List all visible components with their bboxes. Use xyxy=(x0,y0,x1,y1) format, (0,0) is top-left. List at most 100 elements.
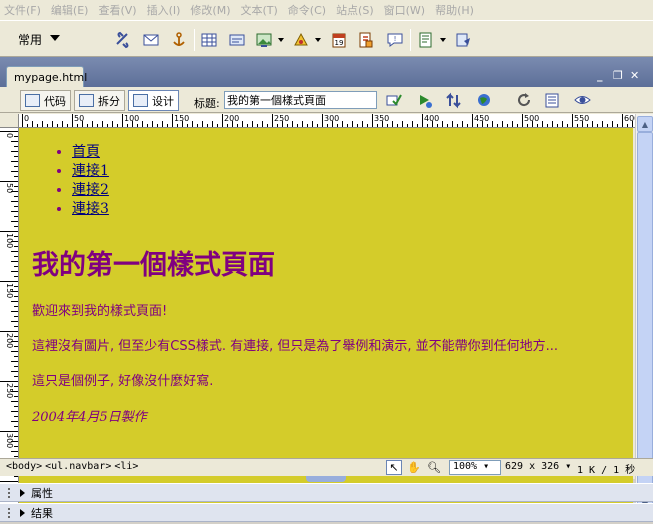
nav-link-3[interactable]: 連接3 xyxy=(72,201,109,217)
ruler-tick xyxy=(14,356,18,357)
ruler-tick xyxy=(27,124,28,127)
email-link-icon[interactable] xyxy=(141,30,161,50)
tag-chooser-icon[interactable] xyxy=(453,30,473,50)
ruler-tick xyxy=(14,326,18,327)
file-management-icon[interactable] xyxy=(443,91,463,109)
minimize-icon[interactable]: _ xyxy=(597,69,603,82)
menu-modify[interactable]: 修改(M) xyxy=(190,2,230,18)
ruler-tick xyxy=(222,114,223,127)
refresh-icon[interactable] xyxy=(514,91,534,109)
zoom-select[interactable]: 100% ▾ xyxy=(449,460,501,475)
split-view-button[interactable]: 拆分 xyxy=(74,90,125,111)
menu-text[interactable]: 文本(T) xyxy=(240,2,277,18)
select-tool-icon[interactable]: ↖ xyxy=(386,460,402,475)
menu-view[interactable]: 查看(V) xyxy=(98,2,136,18)
insert-category-select[interactable]: 常用 xyxy=(18,31,42,48)
media-icon[interactable] xyxy=(291,30,311,50)
comment-icon[interactable]: ! xyxy=(385,30,405,50)
ruler-label: 450 xyxy=(474,114,490,123)
vertical-scrollbar[interactable]: ▲ ▼ xyxy=(635,114,653,515)
ruler-tick xyxy=(297,124,298,127)
expand-arrow-icon[interactable] xyxy=(20,508,25,517)
ruler-tick xyxy=(102,121,103,127)
preview-icon[interactable] xyxy=(414,91,434,109)
browser-preview-icon[interactable] xyxy=(474,91,494,109)
scroll-thumb[interactable] xyxy=(637,132,653,492)
tag-ul-navbar[interactable]: <ul.navbar> xyxy=(45,461,111,472)
ruler-tick xyxy=(157,124,158,127)
named-anchor-icon[interactable] xyxy=(169,30,189,50)
ruler-tick xyxy=(11,271,18,272)
ruler-tick xyxy=(11,141,18,142)
hyperlink-icon[interactable] xyxy=(113,30,133,50)
image-icon[interactable] xyxy=(254,30,274,50)
scroll-up-icon[interactable]: ▲ xyxy=(637,116,653,132)
nav-link-2[interactable]: 連接2 xyxy=(72,182,109,198)
ruler-tick xyxy=(14,286,18,287)
results-panel-header[interactable]: 结果 xyxy=(0,503,653,522)
ruler-tick xyxy=(517,124,518,127)
svg-text:19: 19 xyxy=(335,39,344,47)
nav-link-home[interactable]: 首頁 xyxy=(72,144,100,160)
restore-icon[interactable]: ❐ xyxy=(613,69,623,82)
menu-file[interactable]: 文件(F) xyxy=(4,2,41,18)
date-icon[interactable]: 19 xyxy=(329,30,349,50)
menu-site[interactable]: 站点(S) xyxy=(336,2,374,18)
ruler-tick xyxy=(207,124,208,127)
design-view-button[interactable]: 设计 xyxy=(128,90,179,111)
tag-li[interactable]: <li> xyxy=(114,461,138,472)
validate-icon[interactable] xyxy=(383,91,403,109)
tab-mypage[interactable]: mypage.html xyxy=(6,66,87,87)
ruler-tick xyxy=(342,121,343,127)
chevron-down-icon[interactable] xyxy=(50,35,60,41)
menu-insert[interactable]: 插入(I) xyxy=(147,2,181,18)
title-input[interactable] xyxy=(224,91,377,109)
ruler-tick xyxy=(192,121,193,127)
properties-panel-title: 属性 xyxy=(31,486,53,500)
ruler-tick xyxy=(11,421,18,422)
window-size[interactable]: 629 x 326 ▾ xyxy=(505,461,571,472)
zoom-tool-icon[interactable]: 🔍︎ xyxy=(426,460,442,475)
ruler-tick xyxy=(412,121,413,127)
design-view-icon xyxy=(133,94,148,107)
table-icon[interactable] xyxy=(199,30,219,50)
title-label: 标题: xyxy=(194,97,220,110)
ruler-tick xyxy=(147,124,148,127)
ruler-label: 100 xyxy=(5,233,14,249)
head-content-icon[interactable] xyxy=(416,30,436,50)
panel-grip[interactable] xyxy=(306,476,346,482)
code-view-button[interactable]: 代码 xyxy=(20,90,71,111)
visual-aids-icon[interactable] xyxy=(572,91,592,109)
server-side-include-icon[interactable] xyxy=(356,30,376,50)
ruler-tick xyxy=(62,121,63,127)
layer-icon[interactable] xyxy=(227,30,247,50)
properties-panel-header[interactable]: 属性 xyxy=(0,483,653,502)
menu-help[interactable]: 帮助(H) xyxy=(435,2,474,18)
ruler-tick xyxy=(42,121,43,127)
hand-tool-icon[interactable]: ✋ xyxy=(406,460,422,475)
horizontal-ruler: 0 50 100 150 200 250 300 350 400 450 500 550 600 xyxy=(19,114,635,128)
menu-window[interactable]: 窗口(W) xyxy=(384,2,425,18)
ruler-tick xyxy=(14,216,18,217)
design-canvas[interactable]: 首頁 連接1 連接2 連接3 我的第一個樣式頁面 歡迎來到我的樣式頁面! 這裡沒… xyxy=(19,128,633,515)
drag-handle-icon[interactable] xyxy=(8,487,12,498)
ruler-tick xyxy=(11,211,18,212)
nav-link-1[interactable]: 連接1 xyxy=(72,163,109,179)
menu-commands[interactable]: 命令(C) xyxy=(288,2,326,18)
ruler-tick xyxy=(11,411,18,412)
ruler-tick xyxy=(14,276,18,277)
drag-handle-icon[interactable] xyxy=(8,507,12,518)
expand-arrow-icon[interactable] xyxy=(20,488,25,497)
ruler-tick xyxy=(14,196,18,197)
ruler-tick xyxy=(14,476,18,477)
ruler-tick xyxy=(11,371,18,372)
ruler-tick xyxy=(467,124,468,127)
signature-date: 2004年4月5日製作 xyxy=(32,410,147,425)
ruler-tick xyxy=(507,124,508,127)
document-toolbar: 代码 拆分 设计 标题: xyxy=(0,87,653,113)
ruler-tick xyxy=(0,281,18,282)
view-options-icon[interactable] xyxy=(542,91,562,109)
close-icon[interactable]: ✕ xyxy=(630,69,639,82)
tag-body[interactable]: <body> xyxy=(6,461,42,472)
menu-edit[interactable]: 编辑(E) xyxy=(51,2,89,18)
